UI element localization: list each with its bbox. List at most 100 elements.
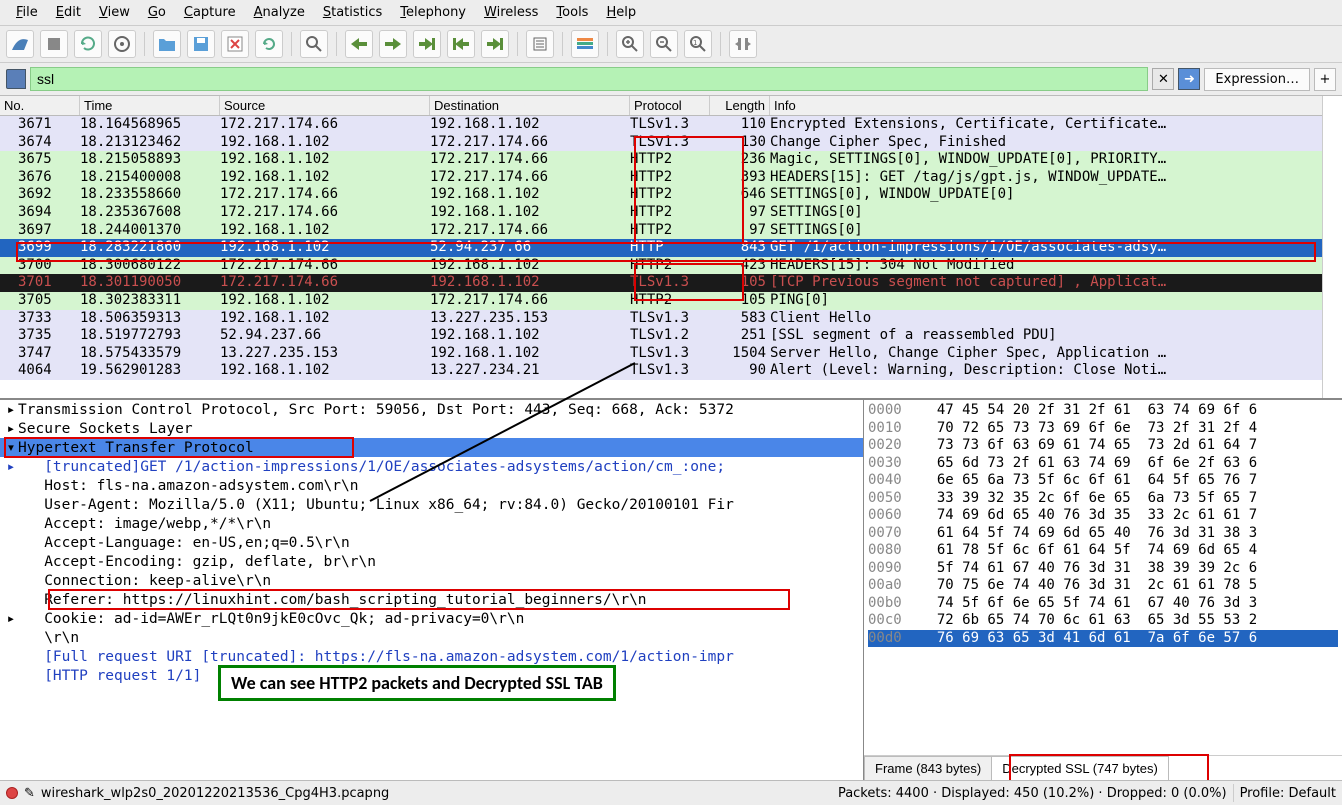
- packet-row[interactable]: 367118.164568965172.217.174.66192.168.1.…: [0, 116, 1342, 134]
- detail-row[interactable]: Referer: https://linuxhint.com/bash_scri…: [0, 590, 863, 609]
- go-forward-icon[interactable]: [379, 30, 407, 58]
- detail-row[interactable]: Connection: keep-alive\r\n: [0, 571, 863, 590]
- detail-row[interactable]: Host: fls-na.amazon-adsystem.com\r\n: [0, 476, 863, 495]
- hex-row[interactable]: 00a0 70 75 6e 74 40 76 3d 31 2c 61 61 78…: [868, 577, 1338, 595]
- hex-row[interactable]: 0040 6e 65 6a 73 5f 6c 6f 61 64 5f 65 76…: [868, 472, 1338, 490]
- add-filter-button[interactable]: +: [1314, 68, 1336, 91]
- hex-row[interactable]: 0090 5f 74 61 67 40 76 3d 31 38 39 39 2c…: [868, 560, 1338, 578]
- auto-scroll-icon[interactable]: [526, 30, 554, 58]
- packet-list-header[interactable]: No. Time Source Destination Protocol Len…: [0, 96, 1342, 116]
- detail-row[interactable]: \r\n: [0, 628, 863, 647]
- save-icon[interactable]: [187, 30, 215, 58]
- menu-wireless[interactable]: Wireless: [476, 3, 546, 22]
- packet-row[interactable]: 367618.215400008192.168.1.102172.217.174…: [0, 169, 1342, 187]
- detail-row[interactable]: ▾Hypertext Transfer Protocol: [0, 438, 863, 457]
- menu-go[interactable]: Go: [140, 3, 174, 22]
- menu-capture[interactable]: Capture: [176, 3, 244, 22]
- options-icon[interactable]: [108, 30, 136, 58]
- detail-row[interactable]: ▸ [truncated]GET /1/action-impressions/1…: [0, 457, 863, 476]
- apply-filter-button[interactable]: ➜: [1178, 68, 1200, 90]
- menu-telephony[interactable]: Telephony: [392, 3, 474, 22]
- hex-row[interactable]: 0020 73 73 6f 63 69 61 74 65 73 2d 61 64…: [868, 437, 1338, 455]
- hex-row[interactable]: 0000 47 45 54 20 2f 31 2f 61 63 74 69 6f…: [868, 402, 1338, 420]
- detail-row[interactable]: Accept-Encoding: gzip, deflate, br\r\n: [0, 552, 863, 571]
- menu-file[interactable]: File: [8, 3, 46, 22]
- packet-row[interactable]: 373518.51977279352.94.237.66192.168.1.10…: [0, 327, 1342, 345]
- col-len[interactable]: Length: [710, 96, 770, 115]
- filter-bookmark-icon[interactable]: [6, 69, 26, 89]
- menu-statistics[interactable]: Statistics: [315, 3, 390, 22]
- detail-row[interactable]: ▸Secure Sockets Layer: [0, 419, 863, 438]
- go-first-icon[interactable]: [447, 30, 475, 58]
- col-source[interactable]: Source: [220, 96, 430, 115]
- find-icon[interactable]: [300, 30, 328, 58]
- hex-row[interactable]: 0080 61 78 5f 6c 6f 61 64 5f 74 69 6d 65…: [868, 542, 1338, 560]
- go-to-packet-icon[interactable]: [413, 30, 441, 58]
- packet-row[interactable]: 370118.301190050172.217.174.66192.168.1.…: [0, 274, 1342, 292]
- capture-stop-dot-icon[interactable]: [6, 787, 18, 799]
- packet-row[interactable]: 406419.562901283192.168.1.10213.227.234.…: [0, 362, 1342, 380]
- menu-view[interactable]: View: [91, 3, 138, 22]
- shark-fin-icon[interactable]: [6, 30, 34, 58]
- packet-list-pane[interactable]: No. Time Source Destination Protocol Len…: [0, 96, 1342, 399]
- open-icon[interactable]: [153, 30, 181, 58]
- restart-icon[interactable]: [74, 30, 102, 58]
- hex-row[interactable]: 0050 33 39 32 35 2c 6f 6e 65 6a 73 5f 65…: [868, 490, 1338, 508]
- edit-icon[interactable]: ✎: [24, 786, 35, 801]
- zoom-out-icon[interactable]: [650, 30, 678, 58]
- hex-row[interactable]: 00d0 76 69 63 65 3d 41 6d 61 7a 6f 6e 57…: [868, 630, 1338, 648]
- col-info[interactable]: Info: [770, 96, 1342, 115]
- colorize-icon[interactable]: [571, 30, 599, 58]
- hex-row[interactable]: 00c0 72 6b 65 74 70 6c 61 63 65 3d 55 53…: [868, 612, 1338, 630]
- menu-analyze[interactable]: Analyze: [246, 3, 313, 22]
- menu-tools[interactable]: Tools: [548, 3, 596, 22]
- detail-row[interactable]: User-Agent: Mozilla/5.0 (X11; Ubuntu; Li…: [0, 495, 863, 514]
- expression-button[interactable]: Expression…: [1204, 68, 1310, 91]
- frame-tab[interactable]: Frame (843 bytes): [864, 756, 992, 780]
- zoom-in-icon[interactable]: [616, 30, 644, 58]
- packet-bytes-pane[interactable]: 0000 47 45 54 20 2f 31 2f 61 63 74 69 6f…: [864, 400, 1342, 780]
- stop-icon[interactable]: [40, 30, 68, 58]
- display-filter-input[interactable]: [30, 67, 1148, 91]
- packet-row[interactable]: 370018.300680122172.217.174.66192.168.1.…: [0, 257, 1342, 275]
- reload-icon[interactable]: [255, 30, 283, 58]
- col-dest[interactable]: Destination: [430, 96, 630, 115]
- close-file-icon[interactable]: [221, 30, 249, 58]
- col-proto[interactable]: Protocol: [630, 96, 710, 115]
- decrypted-ssl-tab[interactable]: Decrypted SSL (747 bytes): [991, 756, 1169, 780]
- menubar: FileEditViewGoCaptureAnalyzeStatisticsTe…: [0, 0, 1342, 26]
- clear-filter-button[interactable]: ✕: [1152, 68, 1174, 90]
- menu-edit[interactable]: Edit: [48, 3, 89, 22]
- profile-label[interactable]: Profile: Default: [1240, 786, 1336, 801]
- packet-row[interactable]: 369918.283221860192.168.1.10252.94.237.6…: [0, 239, 1342, 257]
- packet-row[interactable]: 370518.302383311192.168.1.102172.217.174…: [0, 292, 1342, 310]
- hex-row[interactable]: 00b0 74 5f 6f 6e 65 5f 74 61 67 40 76 3d…: [868, 595, 1338, 613]
- packet-row[interactable]: 374718.57543357913.227.235.153192.168.1.…: [0, 345, 1342, 363]
- packet-details-pane[interactable]: We can see HTTP2 packets and Decrypted S…: [0, 400, 864, 780]
- go-back-icon[interactable]: [345, 30, 373, 58]
- resize-columns-icon[interactable]: [729, 30, 757, 58]
- hex-row[interactable]: 0030 65 6d 73 2f 61 63 74 69 6f 6e 2f 63…: [868, 455, 1338, 473]
- packet-row[interactable]: 369218.233558660172.217.174.66192.168.1.…: [0, 186, 1342, 204]
- zoom-reset-icon[interactable]: 1: [684, 30, 712, 58]
- detail-row[interactable]: Accept: image/webp,*/*\r\n: [0, 514, 863, 533]
- packet-row[interactable]: 373318.506359313192.168.1.10213.227.235.…: [0, 310, 1342, 328]
- detail-row[interactable]: ▸Transmission Control Protocol, Src Port…: [0, 400, 863, 419]
- hex-row[interactable]: 0010 70 72 65 73 73 69 6f 6e 73 2f 31 2f…: [868, 420, 1338, 438]
- capture-file-label: wireshark_wlp2s0_20201220213536_Cpg4H3.p…: [41, 786, 389, 801]
- packet-row[interactable]: 367418.213123462192.168.1.102172.217.174…: [0, 134, 1342, 152]
- go-last-icon[interactable]: [481, 30, 509, 58]
- packet-list-scrollbar[interactable]: [1322, 96, 1342, 398]
- hex-row[interactable]: 0060 74 69 6d 65 40 76 3d 35 33 2c 61 61…: [868, 507, 1338, 525]
- col-time[interactable]: Time: [80, 96, 220, 115]
- hex-tabs: Frame (843 bytes) Decrypted SSL (747 byt…: [864, 755, 1342, 780]
- packet-row[interactable]: 369718.244001370192.168.1.102172.217.174…: [0, 222, 1342, 240]
- packet-row[interactable]: 369418.235367608172.217.174.66192.168.1.…: [0, 204, 1342, 222]
- packet-row[interactable]: 367518.215058893192.168.1.102172.217.174…: [0, 151, 1342, 169]
- menu-help[interactable]: Help: [598, 3, 644, 22]
- detail-row[interactable]: Accept-Language: en-US,en;q=0.5\r\n: [0, 533, 863, 552]
- detail-row[interactable]: [Full request URI [truncated]: https://f…: [0, 647, 863, 666]
- col-no[interactable]: No.: [0, 96, 80, 115]
- hex-row[interactable]: 0070 61 64 5f 74 69 6d 65 40 76 3d 31 38…: [868, 525, 1338, 543]
- detail-row[interactable]: ▸ Cookie: ad-id=AWEr_rLQt0n9jkE0cOvc_Qk;…: [0, 609, 863, 628]
